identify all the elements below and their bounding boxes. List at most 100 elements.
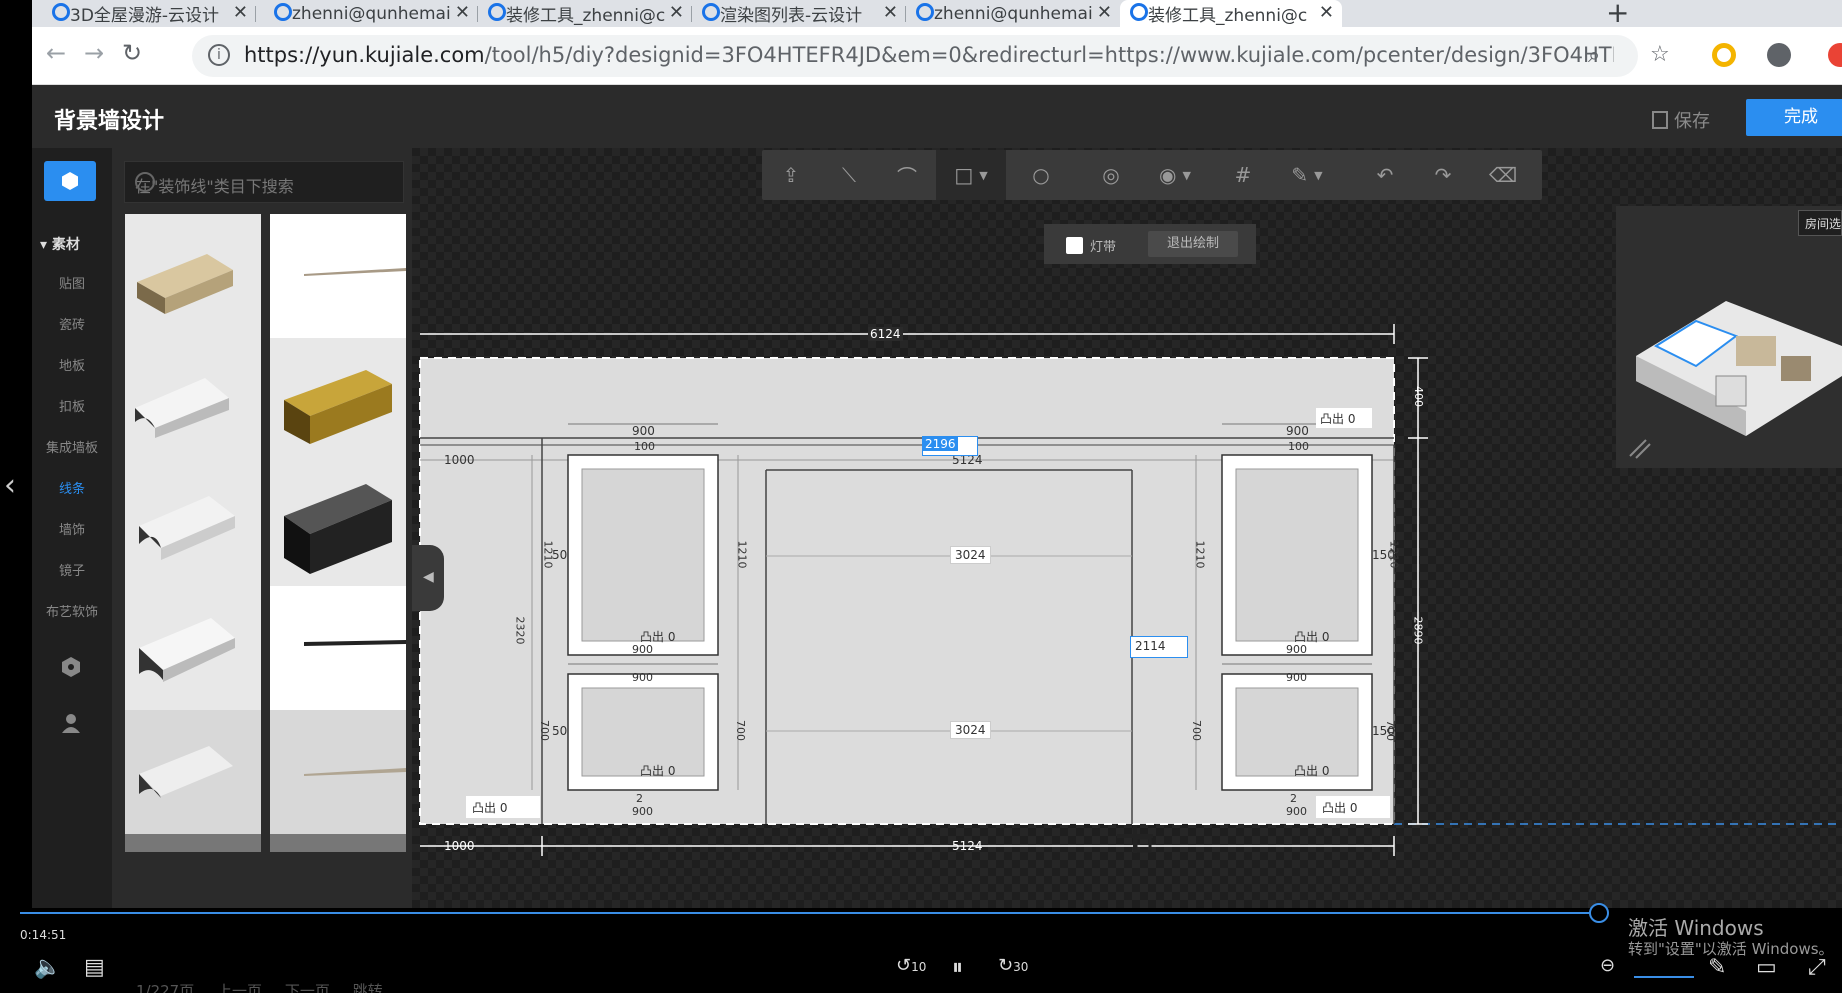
picture-in-picture-icon[interactable]: ▭ [1756,955,1777,980]
settings-icon[interactable]: ✎ ▼ [1272,150,1342,200]
upload-icon[interactable]: ⇪ [762,150,820,200]
dimension-label: 700 [734,720,747,741]
molding-panel-inner [581,468,705,642]
windows-activation-watermark: 激活 Windows [1628,916,1764,940]
dimension-label: 3024 [950,721,991,739]
chevron-down-icon: ▼ [1314,168,1323,182]
dimension-label: 900 [1286,424,1309,438]
dimension-label: 2 [636,792,643,805]
protrude-value: 0 [499,801,508,815]
forward-button[interactable]: ↻30 [998,955,1028,976]
dimension-label: 5124 [952,839,983,853]
dimension-label: 900 [632,424,655,438]
molding-panel-inner [1235,468,1359,642]
zoom-slider[interactable] [1634,976,1694,978]
pagination: 1/227页 上一页 下一页 跳转 [136,980,383,993]
protrude-badge[interactable]: 凸出 0 [466,796,540,818]
windows-activation-subtext: 转到"设置"以激活 Windows。 [1628,940,1834,958]
protrude-value: 0 [1349,801,1358,815]
next-page-link[interactable]: 下一页 [285,982,330,993]
video-progress-bar[interactable] [20,912,1598,914]
protrude-value: 0 [1321,630,1330,644]
dimension-label: 6124 [868,327,903,341]
dimension-label: 900 [632,671,653,684]
video-progress-handle[interactable] [1589,903,1609,923]
protrude-label: 凸出 [640,630,665,644]
floorplan-3d-icon [1629,301,1842,459]
protrude-badge[interactable]: 凸出 0 [1316,408,1372,428]
protrude-badge[interactable]: 凸出 0 [1316,796,1390,818]
dimension-label: 2320 [513,616,527,645]
dimension-label: 700 [1190,720,1203,741]
app-root: 3D全屋漫游-云设计 ✕ zhenni@qunhemai ✕ 装修工具_zhen… [0,0,1842,993]
prev-page-link[interactable]: 上一页 [217,982,262,993]
protrude-label: 凸出 [472,801,497,815]
dimension-label: 1210 [1387,540,1401,569]
chevron-down-icon: ▼ [1182,168,1191,182]
rewind-seconds: 10 [911,960,927,974]
forward-seconds: 30 [1013,960,1029,974]
protrude-label: 凸出 [1294,764,1319,778]
redo-icon[interactable]: ↷ [1414,150,1472,200]
protrude-badge[interactable]: 凸出 0 [640,762,675,779]
undo-icon[interactable]: ↶ [1356,150,1414,200]
protrude-badge[interactable]: 凸出 0 [1294,628,1329,645]
protrude-label: 凸出 [1322,801,1347,815]
protrude-value: 0 [1347,412,1356,426]
dimension-label: 400 [1412,386,1425,407]
crosshair-cursor-icon [1117,825,1153,853]
dimension-input-value: 2196 [923,437,958,451]
dimension-label: 100 [634,440,655,453]
protrude-badge[interactable]: 凸出 0 [1294,762,1329,779]
protrude-label: 凸出 [1294,630,1319,644]
drawing-subbar: 灯带 退出绘制 [1044,224,1256,264]
chevron-left-icon[interactable]: ‹ [4,468,16,503]
dimension-label: 1210 [541,540,555,569]
protrude-value: 0 [1321,764,1330,778]
pencil-icon[interactable]: ✎ [1708,955,1726,980]
rewind-button[interactable]: ↺10 [896,955,926,976]
eraser-icon[interactable]: ⌫ [1474,150,1532,200]
protrude-badge[interactable]: 凸出 0 [640,628,675,645]
exit-drawing-button[interactable]: 退出绘制 [1148,231,1238,257]
dimension-label: 3024 [950,546,991,564]
dimension-label: 2890 [1411,616,1425,645]
snap-tool-icon[interactable]: ◎ [1082,150,1140,200]
drawing-toolbar: ⇪ ⟍ ⌒ □ ▼ ○ ◎ ◉ ▼ # ✎ ▼ ↶ ↷ ⌫ [762,150,1542,200]
dimension-input[interactable]: 2114 [1130,636,1188,658]
dimension-label: 700 [538,720,551,741]
room-select-button[interactable]: 房间选 [1798,210,1842,236]
protrude-value: 0 [667,630,676,644]
dimension-label: 900 [632,805,653,818]
dimension-label: 1000 [444,839,475,853]
collapse-icon: ◀ [423,569,434,585]
jump-page-link[interactable]: 跳转 [353,982,383,993]
volume-icon[interactable]: 🔈 [34,955,61,980]
dimension-label: 50 [552,724,568,738]
subtitle-icon[interactable]: ▤ [84,955,105,980]
dimension-label: 700 [1384,720,1397,741]
line-tool-icon[interactable]: ⟍ [820,150,878,200]
dimension-label: 900 [1286,805,1307,818]
light-strip-checkbox[interactable] [1066,237,1083,254]
floorplan-minimap[interactable]: 房间选 [1616,206,1842,468]
dimension-label: 1000 [444,453,475,467]
grid-icon[interactable]: # [1214,150,1272,200]
rectangle-tool-icon[interactable]: □ ▼ [936,150,1006,200]
circle-tool-icon[interactable]: ○ [1012,150,1070,200]
arc-tool-icon[interactable]: ⌒ [878,150,936,200]
dimension-label: 1210 [735,540,749,569]
wall-drawing[interactable] [0,0,1842,993]
fullscreen-icon[interactable]: ⤢ [1808,955,1826,980]
view-toggle-icon[interactable]: ◉ ▼ [1140,150,1210,200]
light-strip-label: 灯带 [1090,240,1117,255]
dimension-label: 900 [1286,671,1307,684]
zoom-out-icon[interactable]: ⊖ [1600,955,1615,976]
panel-collapse-tab[interactable]: ◀ [412,545,444,611]
dimension-input[interactable]: 2196 [922,436,978,456]
pause-icon[interactable]: ⏸ [952,955,963,980]
protrude-value: 0 [667,764,676,778]
video-time: 0:14:51 [20,928,67,942]
dimension-label: 2 [1290,792,1297,805]
page-indicator: 1/227页 [136,982,195,993]
